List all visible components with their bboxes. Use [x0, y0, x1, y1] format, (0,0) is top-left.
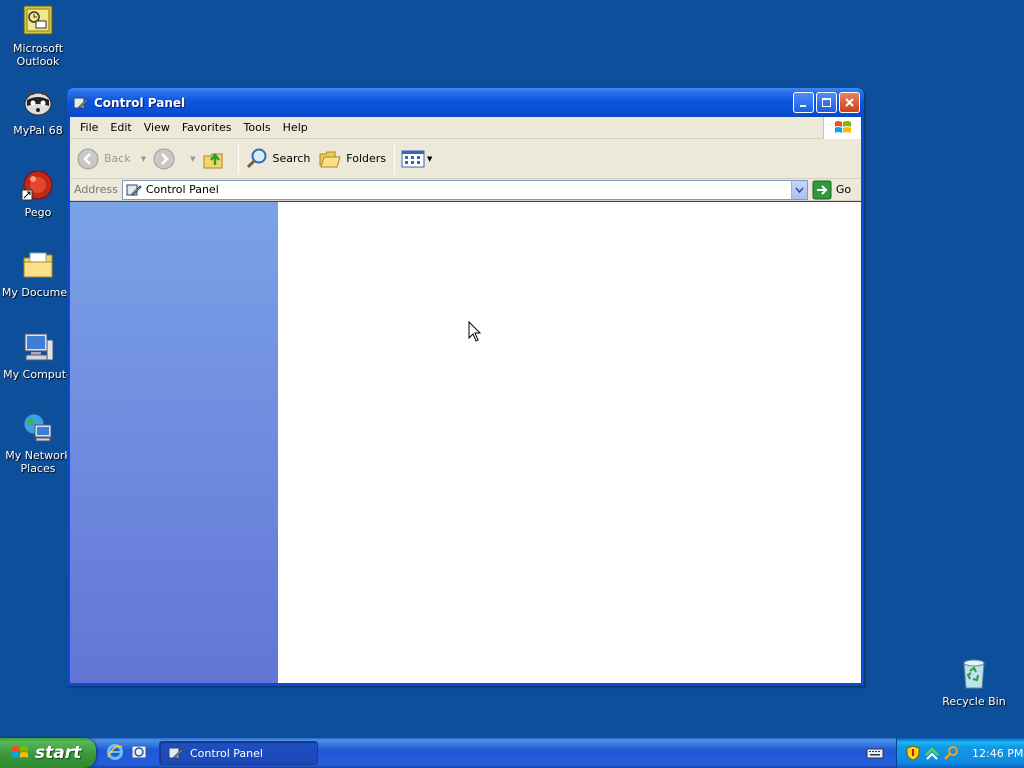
desktop-icon-label: My Documen — [1, 286, 75, 299]
search-icon — [246, 148, 266, 168]
go-button[interactable]: Go — [812, 180, 851, 200]
internet-explorer-icon[interactable] — [106, 743, 124, 761]
menu-tools[interactable]: Tools — [238, 121, 277, 134]
desktop-icon-label: Recycle Bin — [942, 695, 1006, 708]
mouse-cursor-icon — [468, 321, 482, 342]
minimize-icon — [800, 105, 806, 107]
forward-dropdown-icon[interactable]: ▼ — [190, 155, 195, 163]
menu-help[interactable]: Help — [277, 121, 314, 134]
back-button[interactable]: Back — [76, 147, 131, 171]
chevron-down-icon — [795, 187, 804, 193]
start-button[interactable]: start — [0, 738, 96, 768]
maximize-button[interactable] — [816, 92, 837, 113]
main-view[interactable] — [278, 202, 861, 683]
desktop-icon-label: Outlook — [16, 55, 60, 68]
pego-red-ball-icon — [21, 170, 53, 201]
control-panel-icon — [126, 184, 142, 196]
menu-view[interactable]: View — [138, 121, 176, 134]
desktop-icon-label: Pego — [24, 206, 52, 219]
desktop-icon-label: Microsoft — [12, 42, 64, 55]
window-controls — [793, 92, 860, 113]
views-icon — [401, 150, 425, 167]
folders-icon — [319, 151, 341, 167]
keyboard-icon[interactable] — [866, 745, 884, 761]
desktop-icon-pego[interactable]: Pego — [0, 168, 76, 219]
back-dropdown-icon[interactable]: ▼ — [141, 155, 146, 163]
menu-edit[interactable]: Edit — [104, 121, 137, 134]
windows-logo — [823, 117, 861, 139]
windows-flag-icon — [12, 746, 28, 758]
start-label: start — [35, 743, 82, 763]
control-panel-icon — [73, 97, 89, 109]
go-label: Go — [835, 183, 852, 196]
outlook-express-icon[interactable] — [130, 743, 148, 761]
address-dropdown-button[interactable] — [790, 180, 807, 199]
search-icon[interactable] — [943, 745, 959, 761]
maximize-icon — [822, 98, 831, 107]
desktop-icon-label: My Network — [5, 449, 71, 462]
desktop-icon-label: Places — [20, 462, 56, 475]
search-label: Search — [272, 152, 311, 165]
address-value: Control Panel — [145, 183, 219, 196]
desktop-icon-my-computer[interactable]: My Compute — [0, 330, 76, 381]
mypal-raccoon-icon — [24, 89, 52, 116]
folders-button[interactable]: Folders — [318, 147, 386, 171]
security-shield-icon[interactable] — [905, 745, 921, 761]
menu-bar: File Edit View Favorites Tools Help — [70, 117, 861, 139]
my-network-places-icon — [23, 413, 52, 442]
back-label: Back — [104, 152, 131, 165]
folders-label: Folders — [346, 152, 387, 165]
recycle-bin-icon — [963, 659, 985, 689]
outlook-icon — [23, 5, 53, 35]
views-button[interactable]: ▼ — [401, 147, 438, 171]
desktop-icon-my-network-places[interactable]: My Network Places — [0, 411, 76, 475]
address-input[interactable]: Control Panel — [121, 179, 808, 200]
back-arrow-icon — [77, 148, 99, 169]
desktop-icon-mypal[interactable]: MyPal 68 — [0, 86, 76, 137]
menu-favorites[interactable]: Favorites — [176, 121, 238, 134]
desktop-icon-outlook[interactable]: Microsoft Outlook — [0, 4, 76, 68]
control-panel-window[interactable]: Control Panel File Edit View Favorites T… — [67, 88, 864, 686]
desktop-icon-my-documents[interactable]: My Documen — [0, 248, 76, 299]
taskbar: start Control Panel 12:46 PM — [0, 738, 1024, 768]
taskbar-item-control-panel[interactable]: Control Panel — [159, 741, 318, 765]
toolbar-separator — [237, 143, 239, 174]
up-folder-button[interactable] — [202, 147, 230, 171]
quick-launch — [106, 743, 148, 761]
up-folder-icon — [203, 152, 222, 168]
address-label: Address — [74, 183, 118, 196]
close-icon — [845, 98, 854, 107]
window-content — [70, 202, 861, 683]
window-titlebar[interactable]: Control Panel — [67, 88, 864, 117]
system-tray: 12:46 PM — [896, 738, 1024, 768]
windows-flag-icon — [834, 121, 851, 133]
forward-arrow-icon — [153, 148, 175, 169]
taskbar-item-label: Control Panel — [190, 746, 263, 760]
go-arrow-icon — [812, 180, 832, 199]
desktop-icon-label: MyPal 68 — [13, 124, 63, 137]
address-bar: Address Control Panel Go — [70, 179, 861, 201]
menu-file[interactable]: File — [74, 121, 104, 134]
views-dropdown-icon: ▼ — [427, 154, 433, 163]
toolbar-separator — [394, 143, 396, 174]
control-panel-icon — [168, 747, 184, 759]
window-title: Control Panel — [94, 95, 186, 110]
minimize-button[interactable] — [793, 92, 814, 113]
search-button[interactable]: Search — [245, 147, 311, 171]
my-documents-folder-icon — [23, 252, 53, 278]
task-pane — [70, 202, 278, 683]
desktop-icon-label: My Compute — [3, 368, 73, 381]
standard-toolbar: Back ▼ ▼ Search Folders ▼ — [70, 139, 861, 179]
forward-button[interactable] — [152, 147, 180, 171]
clock[interactable]: 12:46 PM — [972, 747, 1023, 760]
network-connection-icon[interactable] — [924, 745, 940, 761]
close-button[interactable] — [839, 92, 860, 113]
desktop-icon-recycle-bin[interactable]: Recycle Bin — [936, 657, 1012, 708]
my-computer-icon — [24, 333, 54, 361]
